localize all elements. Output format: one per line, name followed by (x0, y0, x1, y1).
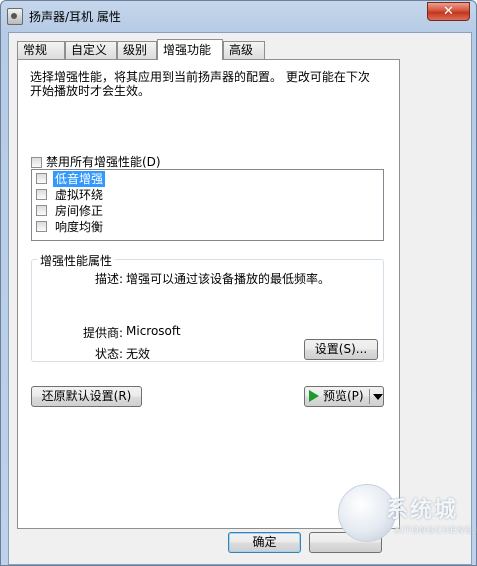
close-button[interactable]: ✕ (427, 2, 470, 21)
tab-custom[interactable]: 自定义 (65, 41, 117, 59)
list-item-label: 低音增强 (53, 171, 106, 187)
enhancements-list[interactable]: 低音增强 虚拟环绕 房间修正 响度均衡 (31, 169, 384, 241)
tab-levels[interactable]: 级别 (117, 41, 157, 59)
watermark: 系统城 XITONGCHENG.CC (338, 470, 477, 562)
list-item-virtual-surround[interactable]: 虚拟环绕 (36, 187, 105, 203)
checkbox-box[interactable] (31, 157, 42, 168)
description-value: 增强可以通过该设备播放的最低频率。 (126, 272, 331, 286)
play-icon (309, 390, 319, 402)
title-bar[interactable]: 扬声器/耳机 属性 ✕ (1, 1, 476, 31)
enhancements-panel: 选择增强性能，将其应用到当前扬声器的配置。 更改可能在下次 开始播放时才会生效。… (17, 59, 400, 529)
close-icon: ✕ (443, 4, 454, 19)
preview-split-button[interactable]: 预览(P) (304, 386, 384, 407)
list-item-label: 虚拟环绕 (55, 188, 104, 202)
restore-defaults-button[interactable]: 还原默认设置(R) (31, 386, 142, 407)
list-item-loudness-equalization[interactable]: 响度均衡 (36, 219, 105, 235)
disable-all-checkbox[interactable]: 禁用所有增强性能(D) (31, 153, 161, 170)
provider-label: 提供商: (82, 326, 123, 340)
dropdown-arrow-icon[interactable] (373, 394, 383, 400)
provider-value: Microsoft (126, 324, 181, 338)
enhancements-description: 选择增强性能，将其应用到当前扬声器的配置。 更改可能在下次 开始播放时才会生效。 (30, 70, 395, 98)
speaker-icon (7, 8, 23, 25)
tab-general[interactable]: 常规 (17, 41, 65, 59)
window-title: 扬声器/耳机 属性 (29, 10, 121, 24)
enhancement-properties-group: 增强性能属性 描述: 增强可以通过该设备播放的最低频率。 提供商: Micros… (31, 252, 384, 362)
watermark-url: XITONGCHENG.CC (394, 526, 477, 536)
settings-button[interactable]: 设置(S)... (304, 339, 378, 360)
preview-label: 预览(P) (323, 389, 364, 403)
checkbox-box[interactable] (36, 221, 47, 232)
group-title: 增强性能属性 (37, 252, 116, 269)
split-separator (369, 389, 370, 404)
watermark-brand: 系统城 (386, 498, 459, 523)
ok-button[interactable]: 确定 (228, 532, 301, 553)
tab-enhancements[interactable]: 增强功能 (157, 39, 223, 60)
disable-all-label: 禁用所有增强性能(D) (46, 155, 161, 169)
checkbox-box[interactable] (36, 189, 47, 200)
list-item-room-correction[interactable]: 房间修正 (36, 203, 105, 219)
status-label: 状态: (94, 347, 123, 361)
list-item-label: 响度均衡 (55, 220, 104, 234)
list-item-label: 房间修正 (55, 204, 104, 218)
checkbox-box[interactable] (36, 173, 47, 184)
tab-advanced[interactable]: 高级 (223, 41, 265, 59)
description-line-2: 开始播放时才会生效。 (30, 84, 151, 98)
description-label: 描述: (94, 272, 123, 286)
checkbox-box[interactable] (36, 205, 47, 216)
list-item-bass-boost[interactable]: 低音增强 (36, 171, 106, 187)
description-line-1: 选择增强性能，将其应用到当前扬声器的配置。 更改可能在下次 (30, 70, 370, 84)
status-value: 无效 (126, 347, 151, 361)
